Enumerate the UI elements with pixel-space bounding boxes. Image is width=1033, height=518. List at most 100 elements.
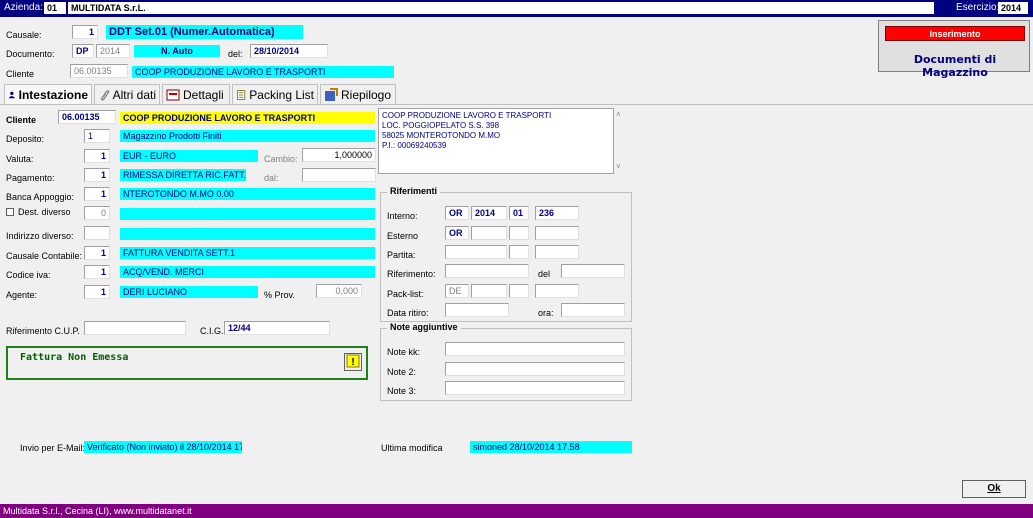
documento-label: Documento: bbox=[6, 49, 55, 59]
interno-label: Interno: bbox=[387, 211, 418, 221]
pagamento-label: Pagamento: bbox=[6, 173, 55, 183]
note-2-input[interactable] bbox=[445, 362, 625, 376]
esterno-number[interactable] bbox=[535, 226, 579, 240]
cup-label: Riferimento C.U.P. bbox=[6, 326, 80, 336]
partita-input-1[interactable] bbox=[445, 245, 507, 259]
person-icon bbox=[8, 91, 16, 98]
partita-input-2[interactable] bbox=[509, 245, 529, 259]
agente-desc: DERI LUCIANO bbox=[120, 286, 258, 298]
doc-type-input[interactable]: DP bbox=[72, 44, 94, 58]
agente-code-input[interactable]: 1 bbox=[84, 285, 110, 299]
agente-label: Agente: bbox=[6, 290, 38, 300]
doc-date-input[interactable]: 28/10/2014 bbox=[250, 44, 328, 58]
ritiro-label: Data ritiro: bbox=[387, 308, 429, 318]
note-kk-input[interactable] bbox=[445, 342, 625, 356]
causale-description: DDT Set.01 (Numer.Automatica) bbox=[106, 25, 303, 39]
note-3-label: Note 3: bbox=[387, 386, 417, 396]
banca-code-input[interactable]: 1 bbox=[84, 187, 110, 201]
tab-label: Riepilogo bbox=[341, 87, 392, 102]
status-bar: Multidata S.r.l., Cecina (LI), www.multi… bbox=[0, 504, 1033, 518]
ora-label: ora: bbox=[538, 308, 554, 318]
esterno-year[interactable] bbox=[471, 226, 507, 240]
iva-code-input[interactable]: 1 bbox=[84, 265, 110, 279]
azienda-label: Azienda: bbox=[4, 2, 43, 13]
cliente-code-input[interactable]: 06.00135 bbox=[58, 110, 116, 124]
tab-intestazione[interactable]: Intestazione bbox=[4, 84, 92, 104]
riferimento-label: Riferimento: bbox=[387, 269, 436, 279]
interno-series[interactable]: 01 bbox=[509, 206, 529, 220]
riferimento-input[interactable] bbox=[445, 264, 529, 278]
address-line: 58025 MONTEROTONDO M.MO bbox=[382, 131, 501, 140]
dal-label: dal: bbox=[264, 173, 279, 183]
warning-button[interactable]: ! bbox=[344, 353, 362, 371]
causale-cont-code-input[interactable]: 1 bbox=[84, 246, 110, 260]
banca-label: Banca Appoggio: bbox=[6, 192, 75, 202]
tab-label: Altri dati bbox=[112, 87, 156, 102]
cup-input[interactable] bbox=[84, 321, 186, 335]
pagamento-desc: RIMESSA DIRETTA RIC.FATT. bbox=[120, 169, 246, 181]
dest-diverso-checkbox[interactable] bbox=[6, 208, 14, 216]
rif-del-input[interactable] bbox=[561, 264, 625, 278]
indirizzo-code-input[interactable] bbox=[84, 226, 110, 240]
modifica-value: simoned 28/10/2014 17.58 bbox=[470, 441, 632, 453]
note-3-input[interactable] bbox=[445, 381, 625, 395]
tab-riepilogo[interactable]: Riepilogo bbox=[320, 84, 396, 104]
dest-diverso-label: Dest. diverso bbox=[18, 207, 71, 217]
fattura-status-text: Fattura Non Emessa bbox=[20, 352, 129, 363]
dest-code-input[interactable]: 0 bbox=[84, 206, 110, 220]
packlist-number[interactable] bbox=[535, 284, 579, 298]
address-line: LOC. POGGIOPELATO S.S. 398 bbox=[382, 121, 500, 130]
packlist-year[interactable] bbox=[471, 284, 507, 298]
tab-divider bbox=[0, 104, 1033, 105]
valuta-desc: EUR - EURO bbox=[120, 150, 258, 162]
cig-label: C.I.G. bbox=[200, 326, 224, 336]
deposito-code-input[interactable]: 1 bbox=[84, 129, 110, 143]
interno-year[interactable]: 2014 bbox=[471, 206, 507, 220]
mode-badge: Inserimento Documenti di Magazzino bbox=[878, 20, 1030, 79]
dal-input[interactable] bbox=[302, 168, 376, 182]
documenti-logo: Documenti di Magazzino bbox=[913, 53, 997, 79]
doc-number: N. Auto bbox=[134, 45, 220, 57]
address-box: COOP PRODUZIONE LAVORO E TRASPORTI LOC. … bbox=[378, 108, 614, 174]
packlist-label: Pack-list: bbox=[387, 289, 424, 299]
fattura-status-panel: Fattura Non Emessa ! bbox=[6, 346, 368, 380]
esterno-type[interactable]: OR bbox=[445, 226, 469, 240]
tab-altri-dati[interactable]: Altri dati bbox=[94, 84, 160, 104]
deposito-label: Deposito: bbox=[6, 134, 45, 144]
prov-input[interactable]: 0,000 bbox=[316, 284, 362, 298]
azienda-name: MULTIDATA S.r.L. bbox=[68, 2, 934, 14]
email-label: Invio per E-Mail: bbox=[20, 443, 86, 453]
tab-packing-list[interactable]: Packing List bbox=[232, 84, 318, 104]
esterno-series[interactable] bbox=[509, 226, 529, 240]
packlist-series[interactable] bbox=[509, 284, 529, 298]
esercizio-label: Esercizio: bbox=[956, 2, 1000, 13]
interno-number[interactable]: 236 bbox=[535, 206, 579, 220]
riferimenti-title: Riferimenti bbox=[387, 186, 441, 196]
scroll-up-icon[interactable]: ˄ bbox=[616, 110, 626, 120]
packlist-type[interactable]: DE bbox=[445, 284, 469, 298]
ok-button[interactable]: Ok bbox=[962, 480, 1026, 498]
ritiro-date-input[interactable] bbox=[445, 303, 509, 317]
note-2-label: Note 2: bbox=[387, 367, 417, 377]
interno-type[interactable]: OR bbox=[445, 206, 469, 220]
indirizzo-label: Indirizzo diverso: bbox=[6, 231, 74, 241]
doc-year-input[interactable]: 2014 bbox=[96, 44, 130, 58]
warning-icon: ! bbox=[346, 354, 360, 368]
paperclip-icon bbox=[100, 89, 110, 101]
ora-input[interactable] bbox=[561, 303, 625, 317]
address-line: COOP PRODUZIONE LAVORO E TRASPORTI bbox=[382, 111, 552, 120]
pagamento-code-input[interactable]: 1 bbox=[84, 168, 110, 182]
cig-input[interactable]: 12/44 bbox=[224, 321, 330, 335]
esercizio-value: 2014 bbox=[998, 2, 1028, 14]
email-status: Verificato (Non inviato) il 28/10/2014 1… bbox=[84, 441, 242, 453]
causale-label: Causale: bbox=[6, 30, 42, 40]
partita-input-3[interactable] bbox=[535, 245, 579, 259]
note-title: Note aggiuntive bbox=[387, 322, 461, 332]
valuta-code-input[interactable]: 1 bbox=[84, 149, 110, 163]
tab-dettagli[interactable]: Dettagli bbox=[162, 84, 230, 104]
cambio-input[interactable]: 1,000000 bbox=[302, 148, 376, 162]
rif-del-label: del bbox=[538, 269, 551, 279]
causale-code-input[interactable]: 1 bbox=[72, 25, 98, 39]
causale-cont-label: Causale Contabile: bbox=[6, 251, 83, 261]
scroll-down-icon[interactable]: ˅ bbox=[616, 162, 626, 172]
